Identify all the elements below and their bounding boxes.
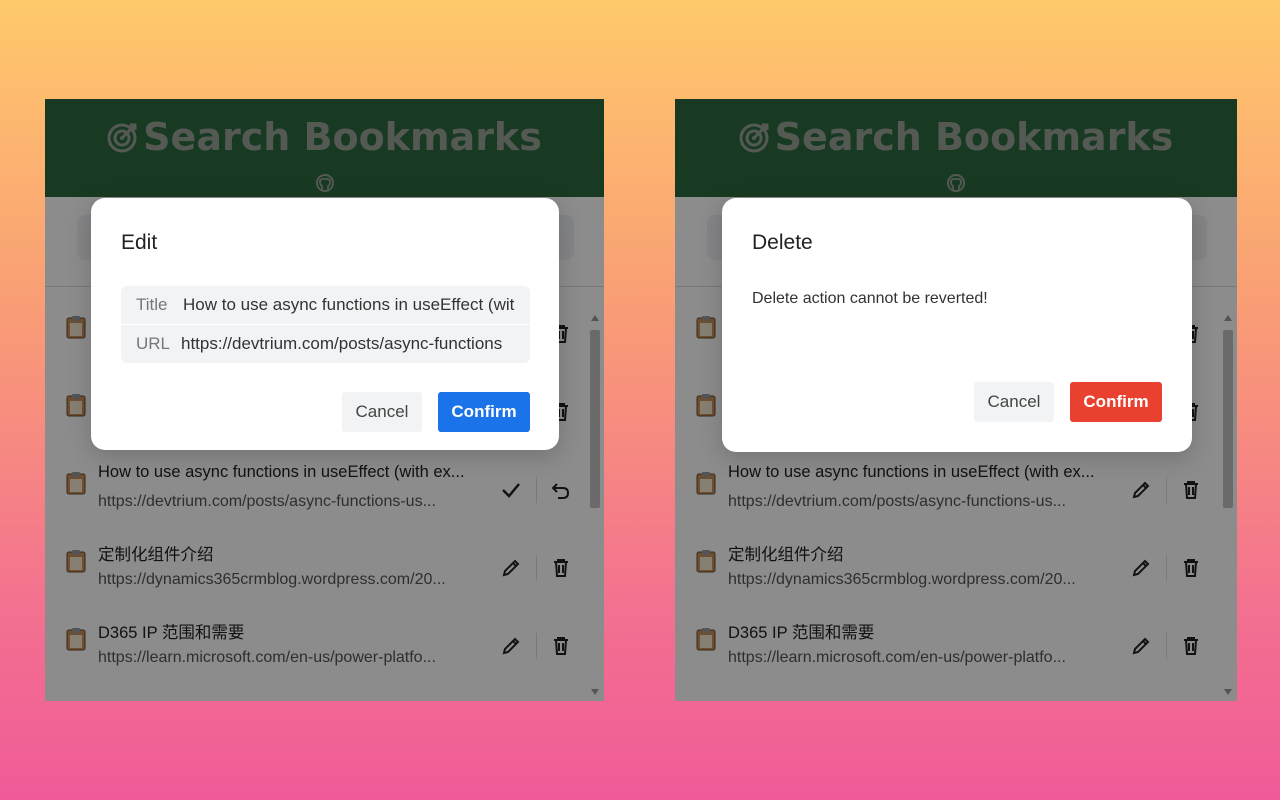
title-input[interactable]: How to use async functions in useEffect … — [183, 295, 530, 315]
confirm-button[interactable]: Confirm — [438, 392, 530, 432]
dialog-title: Edit — [121, 231, 158, 254]
title-field-label: Title — [136, 295, 168, 314]
cancel-button[interactable]: Cancel — [342, 392, 422, 432]
extension-popup-edit: Search Bookmarks How to use async functi… — [45, 99, 604, 701]
confirm-button[interactable]: Confirm — [1070, 382, 1162, 422]
dialog-message: Delete action cannot be reverted! — [752, 290, 988, 307]
extension-popup-delete: Search Bookmarks How to use async functi… — [675, 99, 1237, 701]
dialog-title: Delete — [752, 231, 813, 254]
cancel-button[interactable]: Cancel — [974, 382, 1054, 422]
url-field-label: URL — [136, 334, 171, 353]
url-input[interactable]: https://devtrium.com/posts/async-functio… — [181, 334, 530, 354]
url-field[interactable]: URL https://devtrium.com/posts/async-fun… — [121, 325, 530, 363]
delete-dialog: Delete Delete action cannot be reverted!… — [722, 198, 1192, 452]
edit-dialog: Edit Title How to use async functions in… — [91, 198, 559, 450]
title-field[interactable]: Title How to use async functions in useE… — [121, 286, 530, 324]
